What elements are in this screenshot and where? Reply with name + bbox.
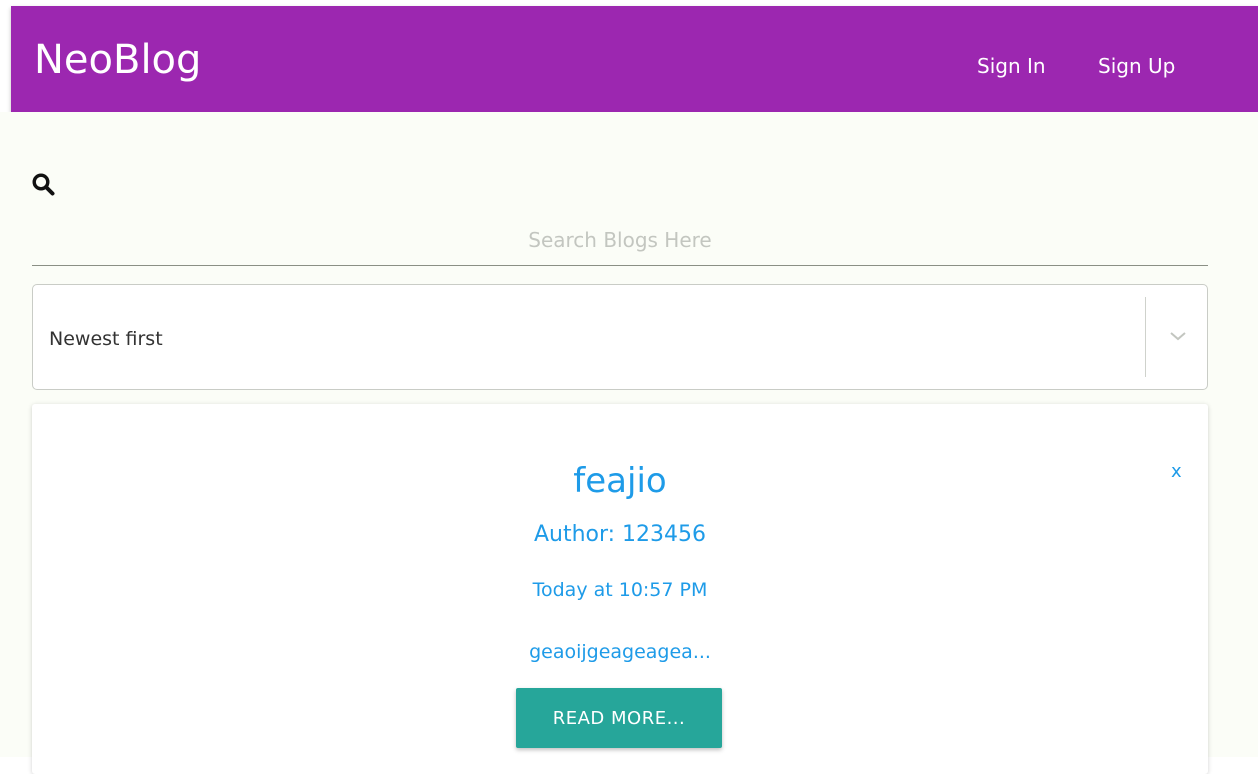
blog-post-card: x feajio Author: 123456 Today at 10:57 P… <box>32 404 1208 774</box>
sort-order-select[interactable]: Newest first <box>32 284 1208 390</box>
search-icon <box>32 173 55 196</box>
search-input[interactable] <box>32 214 1208 266</box>
main-content: Newest first x feajio Author: 123456 Tod… <box>0 112 1258 774</box>
sign-up-link[interactable]: Sign Up <box>1098 53 1175 79</box>
select-divider <box>1145 297 1146 377</box>
brand-logo[interactable]: NeoBlog <box>34 36 201 84</box>
chevron-down-icon[interactable] <box>1169 329 1187 343</box>
post-title[interactable]: feajio <box>32 459 1208 503</box>
post-date: Today at 10:57 PM <box>532 579 708 601</box>
read-more-button[interactable]: READ MORE... <box>516 688 722 748</box>
post-excerpt: geaoijgeageagea... <box>529 641 711 663</box>
sort-selected-value: Newest first <box>49 328 163 350</box>
top-navbar: NeoBlog Sign In Sign Up <box>11 6 1258 112</box>
sign-in-link[interactable]: Sign In <box>977 53 1046 79</box>
post-author: Author: 123456 <box>533 522 707 547</box>
